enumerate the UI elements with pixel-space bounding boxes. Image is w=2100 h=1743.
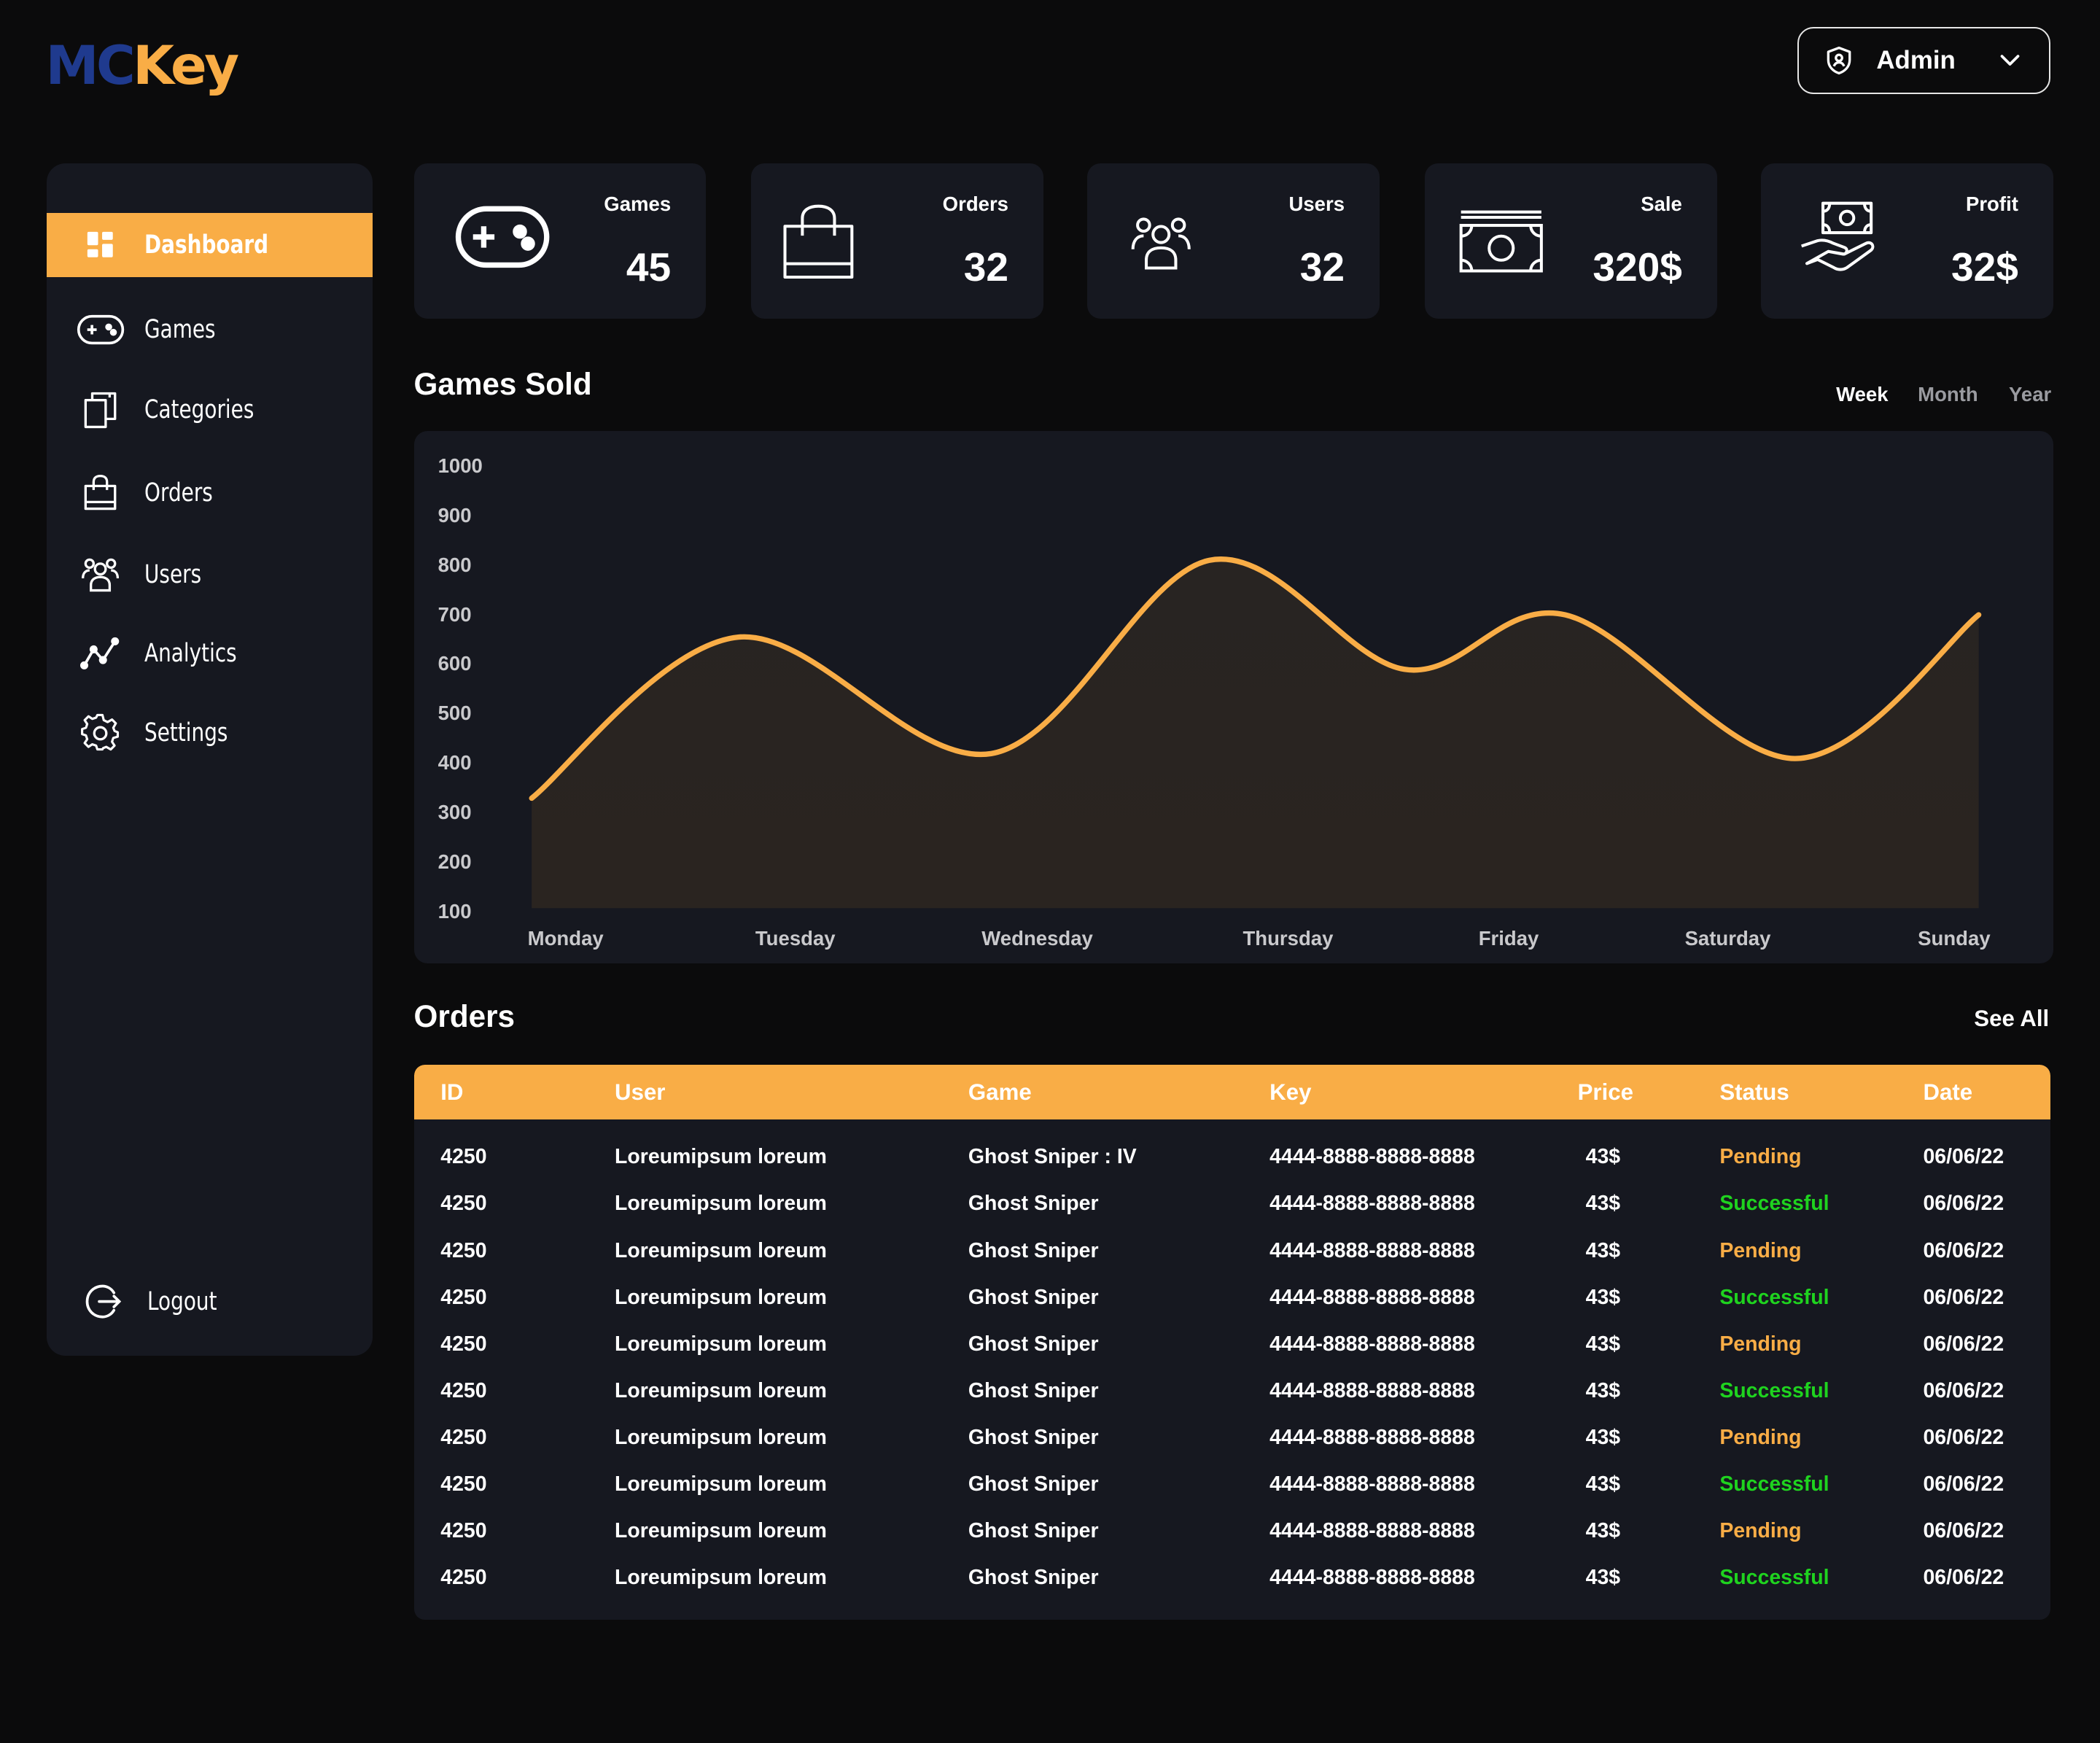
- table-row[interactable]: 4250 Loreumipsum loreum Ghost Sniper : IV 4…: [414, 1135, 2050, 1181]
- cell-id: 4250: [440, 1285, 487, 1309]
- cell-game: Ghost Sniper: [968, 1332, 1099, 1356]
- cell-game: Ghost Sniper: [968, 1192, 1099, 1216]
- status-badge: Successful: [1719, 1192, 1829, 1216]
- cell-game: Ghost Sniper: [968, 1285, 1099, 1309]
- cell-id: 4250: [440, 1192, 487, 1216]
- table-row[interactable]: 4250 Loreumipsum loreum Ghost Sniper 4444-8…: [414, 1556, 2050, 1602]
- column-header-user[interactable]: User: [615, 1079, 665, 1106]
- cell-price: 43$: [1585, 1285, 1621, 1309]
- cell-game: Ghost Sniper: [968, 1378, 1099, 1402]
- cell-user: Loreumipsum loreum: [615, 1332, 827, 1356]
- cell-user: Loreumipsum loreum: [615, 1378, 827, 1402]
- cell-date: 06/06/22: [1923, 1425, 2004, 1449]
- cell-date: 06/06/22: [1923, 1285, 2004, 1309]
- chart-area-fill: [532, 559, 1979, 909]
- cell-key: 4444-8888-8888-8888: [1269, 1472, 1475, 1497]
- cell-game: Ghost Sniper: [968, 1472, 1099, 1497]
- cell-price: 43$: [1585, 1425, 1621, 1449]
- table-row[interactable]: 4250 Loreumipsum loreum Ghost Sniper 4444-8…: [414, 1228, 2050, 1275]
- cell-price: 43$: [1585, 1472, 1621, 1497]
- column-header-status[interactable]: Status: [1719, 1079, 1789, 1106]
- cell-price: 43$: [1585, 1145, 1621, 1169]
- cell-user: Loreumipsum loreum: [615, 1472, 827, 1497]
- cell-key: 4444-8888-8888-8888: [1269, 1332, 1475, 1356]
- status-badge: Pending: [1719, 1425, 1802, 1449]
- cell-user: Loreumipsum loreum: [615, 1425, 827, 1449]
- cell-price: 43$: [1585, 1378, 1621, 1402]
- cell-price: 43$: [1585, 1566, 1621, 1590]
- cell-date: 06/06/22: [1923, 1192, 2004, 1216]
- cell-date: 06/06/22: [1923, 1566, 2004, 1590]
- cell-id: 4250: [440, 1238, 487, 1262]
- cell-key: 4444-8888-8888-8888: [1269, 1425, 1475, 1449]
- cell-price: 43$: [1585, 1332, 1621, 1356]
- orders-title: Orders: [413, 999, 516, 1034]
- cell-key: 4444-8888-8888-8888: [1269, 1238, 1475, 1262]
- cell-game: Ghost Sniper: [968, 1425, 1099, 1449]
- cell-date: 06/06/22: [1923, 1145, 2004, 1169]
- cell-date: 06/06/22: [1923, 1472, 2004, 1497]
- table-row[interactable]: 4250 Loreumipsum loreum Ghost Sniper 4444-8…: [414, 1368, 2050, 1415]
- cell-date: 06/06/22: [1923, 1519, 2004, 1543]
- status-badge: Pending: [1719, 1519, 1802, 1543]
- table-header: ID User Game Key Price Status Date: [413, 1065, 2050, 1120]
- column-header-date[interactable]: Date: [1923, 1079, 1972, 1106]
- cell-id: 4250: [440, 1145, 487, 1169]
- cell-date: 06/06/22: [1923, 1378, 2004, 1402]
- x-tick: Wednesday: [981, 926, 1093, 950]
- cell-game: Ghost Sniper: [968, 1566, 1099, 1590]
- column-header-id[interactable]: ID: [440, 1079, 463, 1106]
- cell-id: 4250: [440, 1519, 487, 1543]
- cell-user: Loreumipsum loreum: [615, 1519, 827, 1543]
- column-header-game[interactable]: Game: [968, 1079, 1032, 1106]
- x-tick: Thursday: [1242, 926, 1334, 950]
- column-header-key[interactable]: Key: [1269, 1079, 1311, 1106]
- table-row[interactable]: 4250 Loreumipsum loreum Ghost Sniper 4444-8…: [414, 1415, 2050, 1461]
- x-tick: Tuesday: [755, 926, 836, 950]
- cell-price: 43$: [1585, 1192, 1621, 1216]
- cell-game: Ghost Sniper: [968, 1238, 1099, 1262]
- x-tick: Sunday: [1918, 926, 1991, 950]
- cell-game: Ghost Sniper : IV: [968, 1145, 1137, 1169]
- column-header-price[interactable]: Price: [1578, 1079, 1633, 1106]
- status-badge: Successful: [1719, 1378, 1829, 1402]
- cell-user: Loreumipsum loreum: [615, 1238, 827, 1262]
- status-badge: Successful: [1719, 1472, 1829, 1497]
- cell-user: Loreumipsum loreum: [615, 1192, 827, 1216]
- status-badge: Pending: [1719, 1332, 1802, 1356]
- cell-user: Loreumipsum loreum: [615, 1285, 827, 1309]
- x-tick: Monday: [527, 926, 604, 950]
- cell-game: Ghost Sniper: [968, 1519, 1099, 1543]
- status-badge: Pending: [1719, 1238, 1802, 1262]
- cell-id: 4250: [440, 1378, 487, 1402]
- cell-date: 06/06/22: [1923, 1238, 2004, 1262]
- orders-table: ID User Game Key Price Status Date 4250 L…: [413, 1065, 2050, 1620]
- table-row[interactable]: 4250 Loreumipsum loreum Ghost Sniper 4444-8…: [414, 1181, 2050, 1228]
- table-row[interactable]: 4250 Loreumipsum loreum Ghost Sniper 4444-8…: [414, 1461, 2050, 1508]
- cell-id: 4250: [440, 1425, 487, 1449]
- cell-date: 06/06/22: [1923, 1332, 2004, 1356]
- cell-id: 4250: [440, 1566, 487, 1590]
- x-tick: Friday: [1478, 926, 1539, 950]
- see-all-link[interactable]: See All: [1974, 1006, 2049, 1032]
- status-badge: Successful: [1719, 1566, 1829, 1590]
- cell-price: 43$: [1585, 1238, 1621, 1262]
- cell-key: 4444-8888-8888-8888: [1269, 1145, 1475, 1169]
- cell-key: 4444-8888-8888-8888: [1269, 1566, 1475, 1590]
- status-badge: Pending: [1719, 1145, 1802, 1169]
- cell-key: 4444-8888-8888-8888: [1269, 1192, 1475, 1216]
- table-row[interactable]: 4250 Loreumipsum loreum Ghost Sniper 4444-8…: [414, 1275, 2050, 1321]
- cell-user: Loreumipsum loreum: [615, 1566, 827, 1590]
- cell-price: 43$: [1585, 1519, 1621, 1543]
- table-row[interactable]: 4250 Loreumipsum loreum Ghost Sniper 4444-8…: [414, 1321, 2050, 1368]
- x-tick: Saturday: [1684, 926, 1771, 950]
- cell-key: 4444-8888-8888-8888: [1269, 1519, 1475, 1543]
- cell-key: 4444-8888-8888-8888: [1269, 1285, 1475, 1309]
- cell-user: Loreumipsum loreum: [615, 1145, 827, 1169]
- cell-key: 4444-8888-8888-8888: [1269, 1378, 1475, 1402]
- cell-id: 4250: [440, 1332, 487, 1356]
- status-badge: Successful: [1719, 1285, 1829, 1309]
- cell-id: 4250: [440, 1472, 487, 1497]
- table-row[interactable]: 4250 Loreumipsum loreum Ghost Sniper 4444-8…: [414, 1508, 2050, 1555]
